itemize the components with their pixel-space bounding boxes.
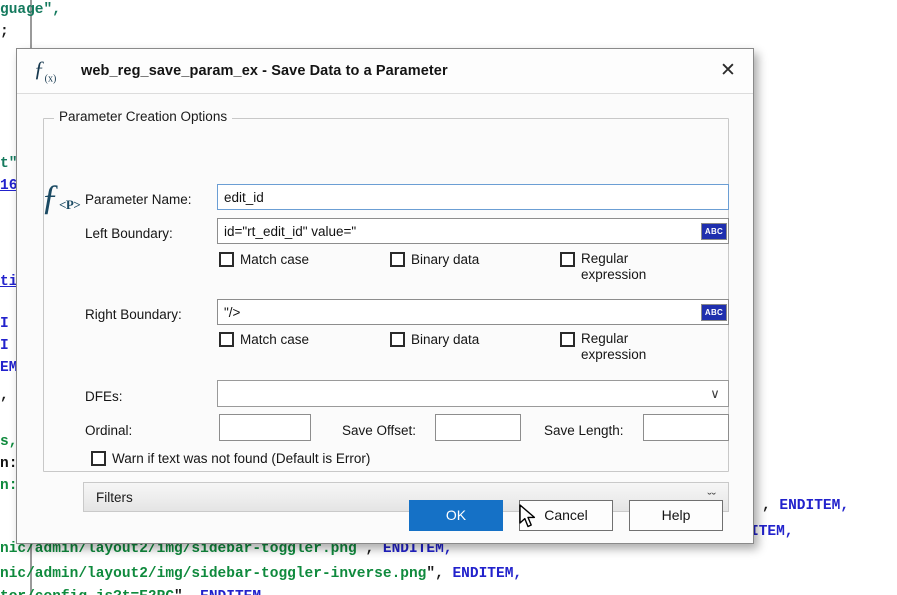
save-length-label: Save Length:	[544, 423, 624, 438]
code-line: ti	[0, 274, 18, 290]
dfes-combobox[interactable]: ∨	[217, 380, 729, 407]
left-match-case-checkbox[interactable]	[219, 252, 234, 267]
left-boundary-label: Left Boundary:	[85, 226, 173, 241]
save-param-dialog: ƒ(x) web_reg_save_param_ex - Save Data t…	[16, 48, 754, 544]
code-line: tor/config.js?t=E2PC", ENDITEM,	[0, 583, 270, 595]
fx-parameter-icon: ƒ<P>	[41, 177, 81, 217]
screen: guage", ; t" 16 ti I I EM, s, n: n: nic/admin/layo…	[0, 0, 897, 595]
close-icon[interactable]: ✕	[709, 53, 747, 87]
save-offset-label: Save Offset:	[342, 423, 417, 438]
right-regular-expression-checkbox[interactable]	[560, 332, 575, 347]
code-token: tor/config.js?t=	[0, 589, 139, 595]
fx-function-icon: ƒ(x)	[33, 55, 57, 85]
warn-if-not-found-label: Warn if text was not found (Default is E…	[112, 451, 371, 466]
parameter-name-label: Parameter Name:	[85, 192, 192, 207]
ordinal-label: Ordinal:	[85, 423, 133, 438]
warn-if-not-found-checkbox[interactable]	[91, 451, 106, 466]
left-boundary-abc-icon[interactable]: ABC	[701, 223, 727, 240]
dialog-title: web_reg_save_param_ex - Save Data to a P…	[81, 63, 448, 79]
code-line: ,	[0, 388, 9, 404]
right-binary-data-checkbox[interactable]	[390, 332, 405, 347]
code-token: E2PC	[139, 589, 174, 595]
code-token: ENDITEM,	[200, 589, 270, 595]
code-line: n:	[0, 478, 18, 494]
code-token: ,	[762, 498, 780, 514]
save-offset-input[interactable]	[435, 414, 521, 441]
code-token: ",	[174, 589, 200, 595]
code-token: ITEM,	[750, 524, 794, 540]
dialog-body: Parameter Creation Options ƒ<P> Paramete…	[17, 94, 753, 512]
left-regular-expression-label: Regular expression	[581, 251, 647, 282]
code-line: guage",	[0, 2, 70, 18]
ok-button[interactable]: OK	[409, 499, 503, 531]
code-token: ",	[426, 566, 453, 582]
dfes-label: DFEs:	[85, 389, 123, 404]
right-binary-data-label: Binary data	[411, 332, 480, 347]
group-legend: Parameter Creation Options	[54, 109, 233, 124]
left-binary-data-checkbox[interactable]	[390, 252, 405, 267]
right-boundary-abc-icon[interactable]: ABC	[701, 304, 727, 321]
left-boundary-input[interactable]: id="rt_edit_id" value="	[217, 218, 729, 244]
right-regular-expression-label: Regular expression	[581, 331, 647, 362]
right-boundary-input[interactable]: "/>	[217, 299, 729, 325]
parameter-name-input[interactable]: edit_id	[217, 184, 729, 210]
right-boundary-label: Right Boundary:	[85, 307, 182, 322]
code-line: 16	[0, 178, 18, 194]
code-line: EM	[0, 360, 18, 376]
left-match-case-label: Match case	[240, 252, 310, 267]
chevron-down-icon: ∨	[710, 385, 720, 401]
parameter-creation-options-group: Parameter Creation Options	[43, 109, 729, 472]
save-length-input[interactable]	[643, 414, 729, 441]
code-token: ENDITEM,	[779, 498, 850, 514]
left-binary-data-label: Binary data	[411, 252, 480, 267]
code-line: ITEM,	[750, 518, 794, 547]
right-match-case-label: Match case	[240, 332, 310, 347]
left-regular-expression-checkbox[interactable]	[560, 252, 575, 267]
ordinal-input[interactable]	[219, 414, 311, 441]
dialog-footer: OK Cancel Help	[17, 487, 753, 543]
code-token: nic/admin/layout2/img/sidebar-toggler-in…	[0, 566, 427, 582]
code-line: , ENDITEM,	[762, 492, 849, 521]
right-match-case-checkbox[interactable]	[219, 332, 234, 347]
code-token: ENDITEM,	[452, 566, 523, 582]
code-line: ;	[0, 24, 9, 40]
cancel-button[interactable]: Cancel	[519, 499, 613, 531]
help-button[interactable]: Help	[629, 499, 723, 531]
dialog-titlebar: ƒ(x) web_reg_save_param_ex - Save Data t…	[17, 49, 753, 94]
